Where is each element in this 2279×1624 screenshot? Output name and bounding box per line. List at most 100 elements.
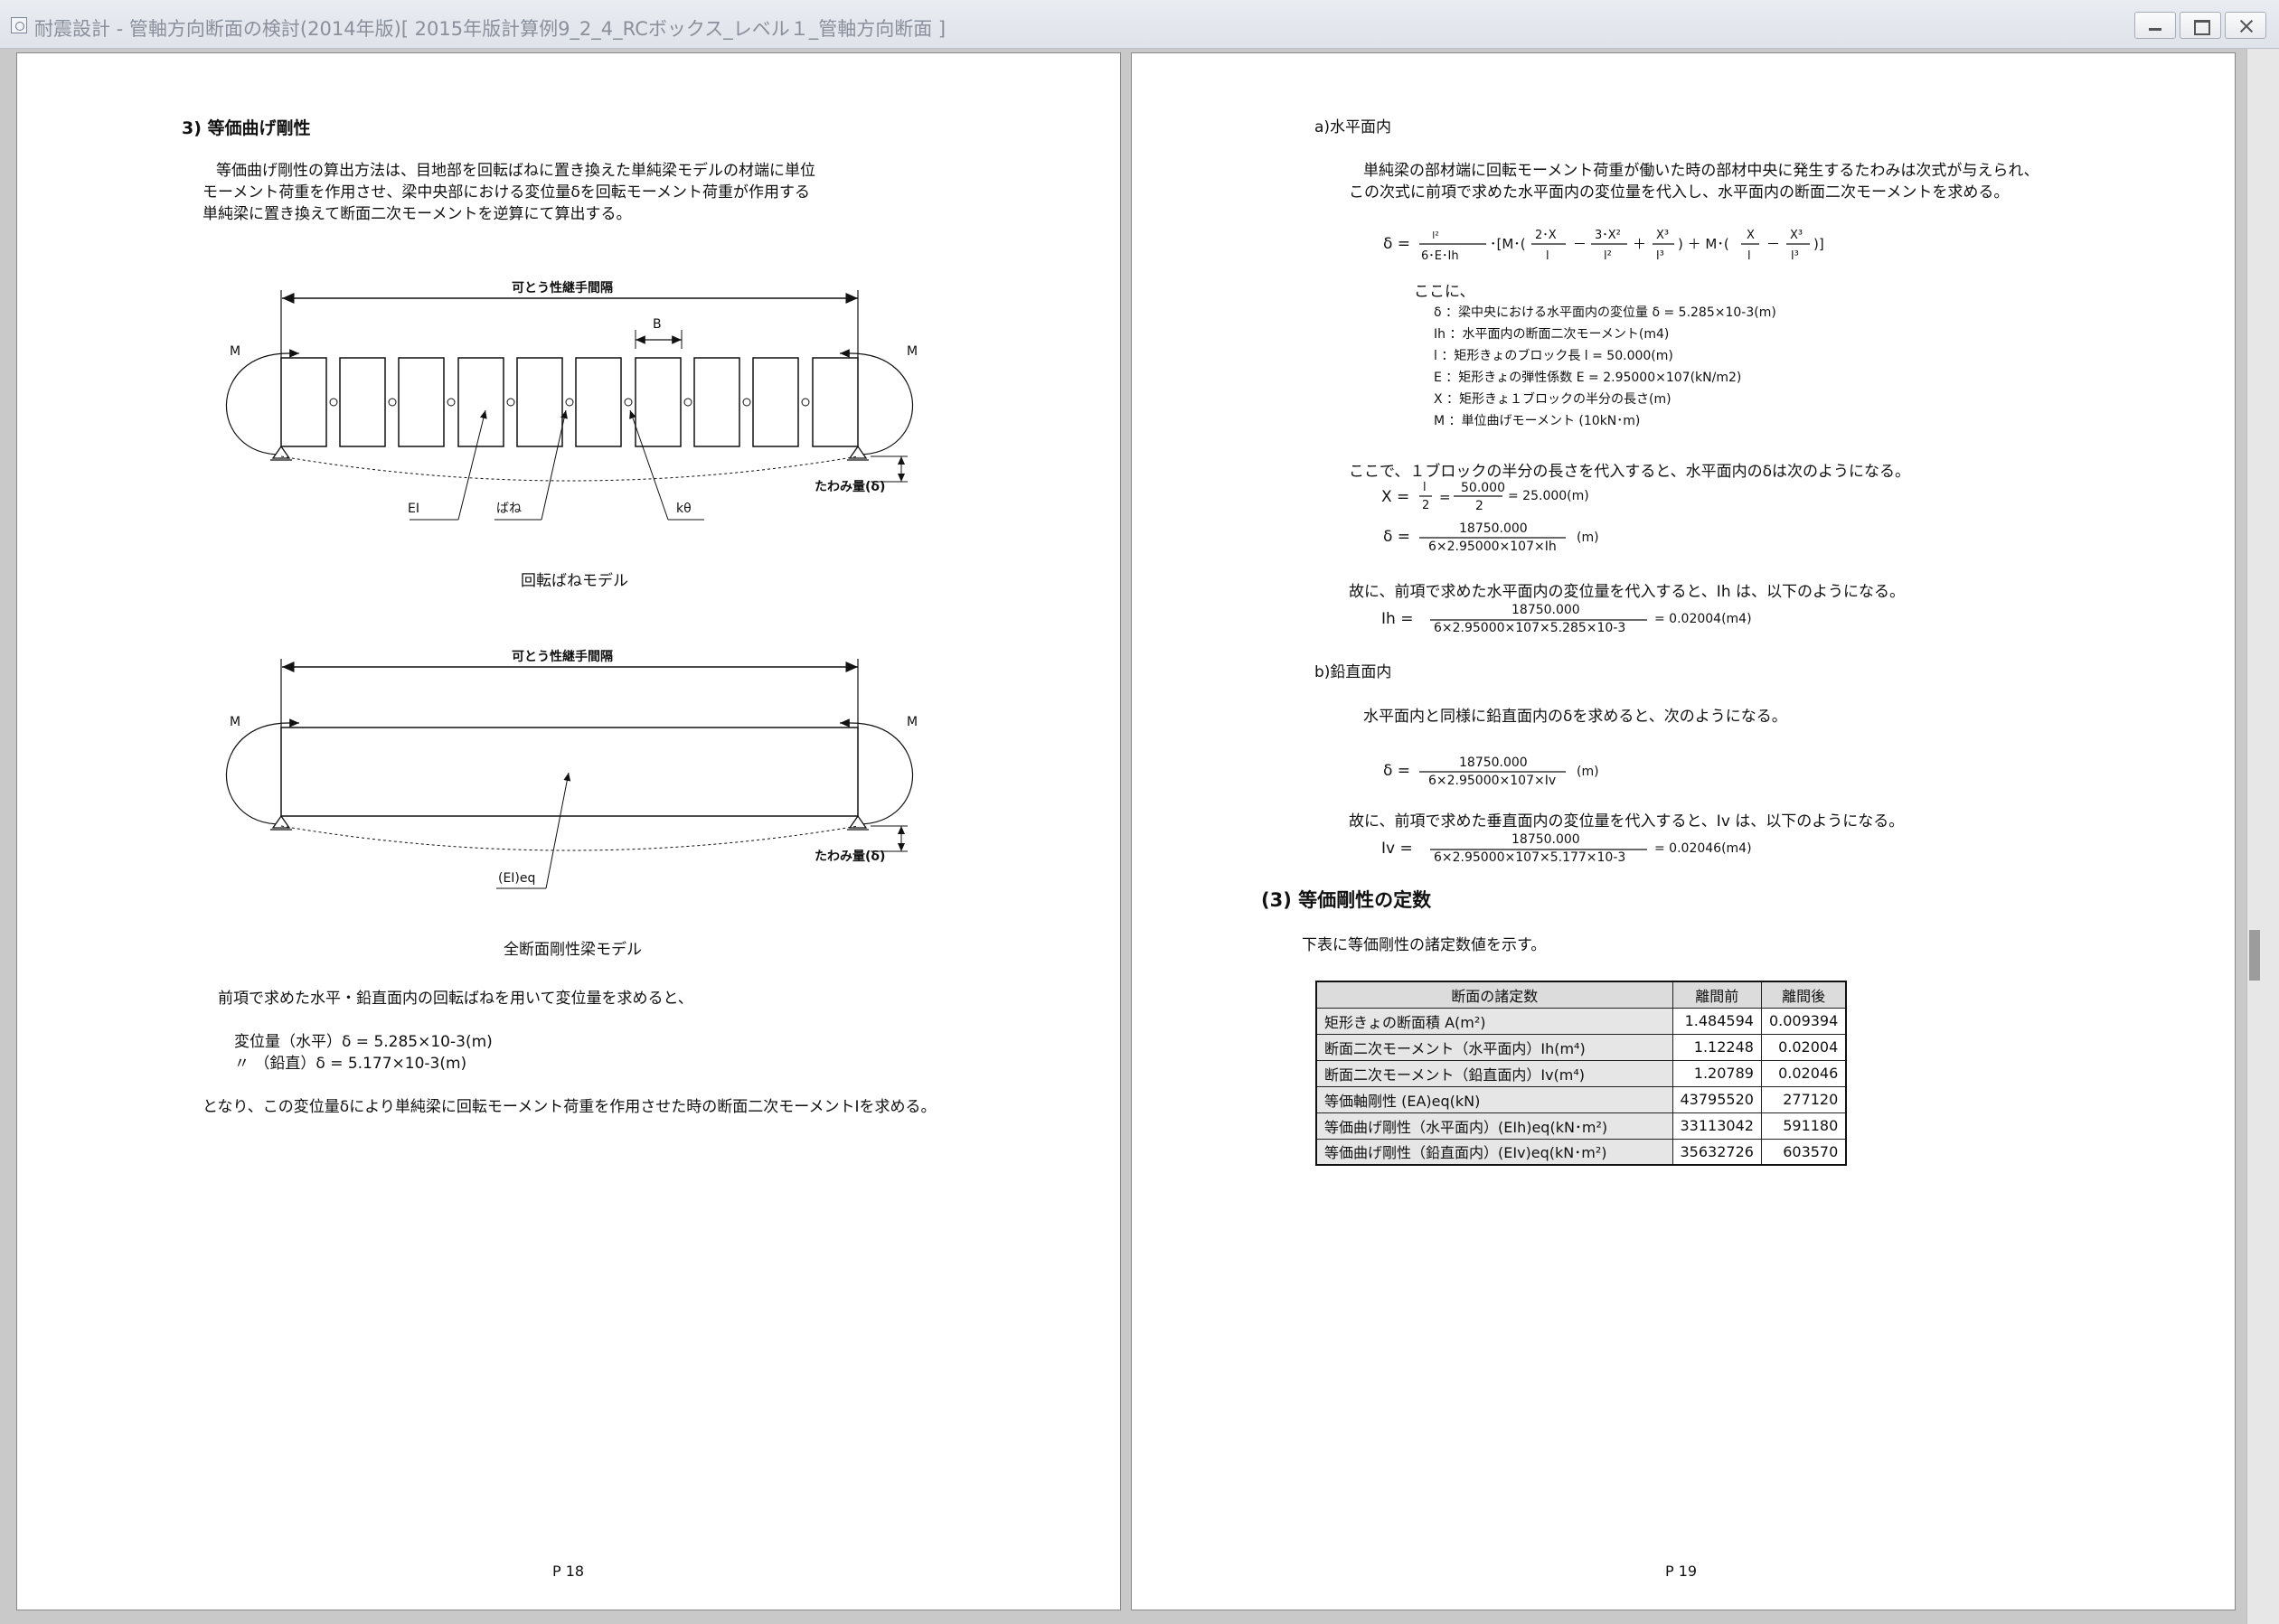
- table-row: 矩形きょの断面積 A(m²) 1.484594 0.009394: [1315, 1007, 1847, 1035]
- constants-table: 断面の諸定数 離間前 離間後 矩形きょの断面積 A(m²) 1.484594 0…: [1315, 981, 1848, 1166]
- figure-caption: 回転ばねモデル: [521, 572, 628, 590]
- value-before: 43795520: [1672, 1085, 1762, 1113]
- row-label: 等価曲げ剛性（鉛直面内）(EIv)eq(kN･m²): [1315, 1138, 1673, 1166]
- paragraph-line: となり、この変位量δにより単純梁に回転モーメント荷重を作用させた時の断面二次モー…: [202, 1098, 937, 1116]
- ei-label: EI: [408, 502, 419, 516]
- table-row: 等価曲げ剛性（水平面内）(EIh)eq(kN･m²) 33113042 5911…: [1315, 1112, 1847, 1140]
- deflection-label: たわみ量(δ): [815, 480, 886, 494]
- subsection-title: b)鉛直面内: [1314, 663, 1392, 681]
- table-header: 離間後: [1760, 981, 1847, 1009]
- value-before: 33113042: [1672, 1112, 1762, 1140]
- value-after: 0.02046: [1760, 1059, 1847, 1087]
- delta-denominator: 6×2.95000×107×Ih: [1428, 540, 1557, 554]
- title-bar: 耐震設計 - 管軸方向断面の検討(2014年版)[ 2015年版計算例9_2_4…: [0, 0, 2279, 49]
- maximize-button[interactable]: [2180, 12, 2221, 39]
- svg-text:－: －: [1573, 236, 1587, 252]
- svg-text:6･E･Ih: 6･E･Ih: [1421, 249, 1459, 263]
- row-label: 等価曲げ剛性（水平面内）(EIh)eq(kN･m²): [1315, 1112, 1673, 1140]
- moment-label-right: M: [907, 715, 918, 729]
- x-numerator: 50.000: [1461, 481, 1505, 495]
- value-after: 0.009394: [1760, 1007, 1847, 1035]
- definition-line: δ ：梁中央における水平面内の変位量 δ = 5.285×10-3(m): [1434, 305, 1776, 320]
- svg-text:l²: l²: [1432, 230, 1438, 241]
- table-row: 断面二次モーメント（水平面内）Ih(m⁴) 1.12248 0.02004: [1315, 1033, 1847, 1061]
- value-before: 1.484594: [1672, 1007, 1762, 1035]
- displacement-vertical: 〃 （鉛直）δ = 5.177×10-3(m): [234, 1055, 467, 1073]
- delta-symbol: δ =: [1383, 762, 1411, 780]
- svg-text:3･X²: 3･X²: [1595, 229, 1621, 242]
- eieq-label: (EI)eq: [498, 871, 536, 886]
- row-label: 断面二次モーメント（鉛直面内）Iv(m⁴): [1315, 1059, 1673, 1087]
- formula-drawings: δ = l² 6･E･Ih ･[M･( 2･X l － 3･X² l² ＋ X³…: [1381, 229, 1824, 850]
- svg-text:)]: )]: [1813, 236, 1824, 252]
- svg-text:X: X: [1747, 229, 1755, 242]
- table-row: 断面二次モーメント（鉛直面内）Iv(m⁴) 1.20789 0.02046: [1315, 1059, 1847, 1087]
- section-heading: (3) 等価剛性の定数: [1261, 889, 1432, 911]
- iv-symbol: Iv =: [1381, 840, 1413, 858]
- close-button[interactable]: [2225, 12, 2266, 39]
- deflection-label: たわみ量(δ): [815, 850, 886, 864]
- x-result: = 25.000(m): [1508, 489, 1589, 503]
- svg-text:X³: X³: [1790, 229, 1803, 242]
- svg-text:2･X: 2･X: [1535, 229, 1557, 242]
- iv-denominator: 6×2.95000×107×5.177×10-3: [1434, 850, 1626, 865]
- figure-caption: 全断面剛性梁モデル: [504, 941, 642, 959]
- delta-numerator: 18750.000: [1459, 756, 1528, 770]
- iv-numerator: 18750.000: [1511, 832, 1580, 847]
- svg-text:l³: l³: [1791, 249, 1799, 263]
- table-header: 断面の諸定数: [1315, 981, 1673, 1009]
- delta-symbol: δ =: [1383, 528, 1411, 546]
- paragraph-line: 水平面内と同様に鉛直面内のδを求めると、次のようになる。: [1363, 708, 1787, 726]
- svg-text:l³: l³: [1656, 249, 1664, 263]
- svg-text:－: －: [1766, 236, 1780, 252]
- value-after: 591180: [1760, 1112, 1847, 1140]
- span-label: 可とう性継手間隔: [512, 281, 613, 296]
- ih-numerator: 18750.000: [1511, 603, 1580, 617]
- document-viewer[interactable]: 3) 等価曲げ剛性 等価曲げ剛性の算出方法は、目地部を回転ばねに置き換えた単純梁…: [0, 49, 2279, 1624]
- where-label: ここに、: [1414, 283, 1475, 301]
- svg-text:) ＋ M･(: ) ＋ M･(: [1678, 236, 1729, 252]
- ih-symbol: Ih =: [1381, 610, 1414, 628]
- svg-text:･[M･(: ･[M･(: [1490, 236, 1526, 252]
- ktheta-label: kθ: [676, 502, 692, 516]
- table-header-row: 断面の諸定数 離間前 離間後: [1315, 981, 1847, 1009]
- definition-line: l ：矩形きょのブロック長 l = 50.000(m): [1434, 349, 1673, 363]
- delta-unit: (m): [1577, 765, 1599, 779]
- app-icon: [11, 17, 27, 33]
- paragraph-line: 故に、前項で求めた水平面内の変位量を代入すると、Ih は、以下のようになる。: [1349, 583, 1906, 601]
- table-row: 等価軸剛性 (EA)eq(kN) 43795520 277120: [1315, 1085, 1847, 1113]
- paragraph-line: 前項で求めた水平・鉛直面内の回転ばねを用いて変位量を求めると、: [218, 990, 693, 1008]
- definition-line: X ：矩形きょ１ブロックの半分の長さ(m): [1434, 392, 1672, 407]
- value-before: 35632726: [1672, 1138, 1762, 1166]
- svg-text:l: l: [1747, 249, 1751, 263]
- iv-result: = 0.02046(m4): [1654, 841, 1752, 856]
- value-before: 1.12248: [1672, 1033, 1762, 1061]
- span-label: 可とう性継手間隔: [512, 650, 613, 664]
- minimize-button[interactable]: [2134, 12, 2176, 39]
- row-label: 矩形きょの断面積 A(m²): [1315, 1007, 1673, 1035]
- block-length-label: B: [653, 317, 662, 332]
- svg-text:X =: X =: [1381, 488, 1409, 506]
- ih-denominator: 6×2.95000×107×5.285×10-3: [1434, 621, 1626, 635]
- definition-line: M ：単位曲げモーメント (10kN･m): [1434, 414, 1641, 428]
- svg-text:l: l: [1546, 249, 1549, 263]
- value-after: 0.02004: [1760, 1033, 1847, 1061]
- spring-label: ばね: [496, 502, 522, 516]
- svg-text:δ =: δ =: [1383, 235, 1410, 253]
- row-label: 等価軸剛性 (EA)eq(kN): [1315, 1085, 1673, 1113]
- scrollbar-thumb[interactable]: [2249, 930, 2260, 981]
- moment-label-left: M: [230, 715, 241, 729]
- svg-text:l²: l²: [1604, 249, 1612, 263]
- vertical-scrollbar[interactable]: [2246, 49, 2279, 1624]
- table-header: 離間前: [1672, 981, 1762, 1009]
- paragraph-line: ここで、１ブロックの半分の長さを代入すると、水平面内のδは次のようになる。: [1349, 463, 1911, 481]
- displacement-horizontal: 変位量（水平）δ = 5.285×10-3(m): [234, 1033, 493, 1051]
- value-after: 603570: [1760, 1138, 1847, 1166]
- value-after: 277120: [1760, 1085, 1847, 1113]
- paragraph-line: 下表に等価剛性の諸定数値を示す。: [1302, 936, 1547, 954]
- delta-denominator: 6×2.95000×107×Iv: [1428, 774, 1557, 788]
- svg-text:=: =: [1439, 489, 1451, 505]
- ih-result: = 0.02004(m4): [1654, 612, 1752, 626]
- table-row: 等価曲げ剛性（鉛直面内）(EIv)eq(kN･m²) 35632726 6035…: [1315, 1138, 1847, 1166]
- moment-label-right: M: [907, 344, 918, 359]
